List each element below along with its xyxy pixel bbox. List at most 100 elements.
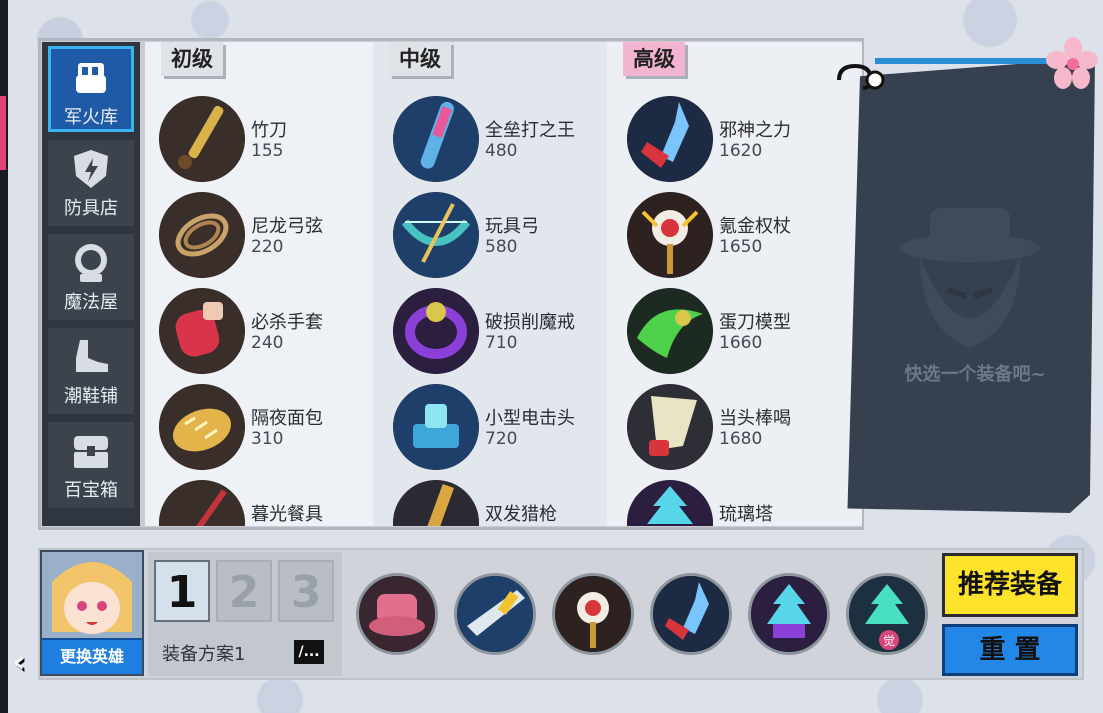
shield-icon: [74, 150, 108, 188]
category-arsenal[interactable]: 军火库: [48, 46, 134, 132]
loadout-name: 装备方案1: [162, 644, 246, 665]
item-name: 竹刀: [251, 120, 287, 141]
equipped-slot[interactable]: [454, 573, 536, 655]
equipped-slot[interactable]: [650, 573, 732, 655]
reset-button[interactable]: 重 置: [942, 624, 1078, 676]
toy-bow-icon: [393, 192, 479, 278]
category-shoe-shop[interactable]: 潮鞋铺: [48, 328, 134, 414]
shop-item[interactable]: 玩具弓 580: [393, 192, 607, 280]
baseball-bat-icon: [393, 96, 479, 182]
shoe-icon: [76, 340, 108, 372]
item-name: 氪金权杖: [719, 216, 791, 237]
item-price: 580: [485, 237, 518, 257]
item-price: 1650: [719, 237, 763, 257]
equipped-slot[interactable]: [552, 573, 634, 655]
tier-high-column: 高级 邪神之力 1620 氪金权杖 1650 蛋刀模型 1660 当头棒喝 16…: [607, 42, 862, 526]
fist-icon: [76, 63, 106, 93]
chest-icon: [74, 436, 108, 468]
item-price: 1660: [719, 333, 763, 353]
hero-avatar: [42, 552, 142, 642]
item-name: 破损削魔戒: [485, 312, 575, 333]
shop-item[interactable]: 竹刀 155: [159, 96, 373, 184]
item-name: 当头棒喝: [719, 408, 791, 429]
item-price: 220: [251, 237, 284, 257]
shop-item[interactable]: 暮光餐具: [159, 480, 373, 526]
boxing-glove-icon: [159, 288, 245, 374]
item-price: 1620: [719, 141, 763, 161]
item-name: 暮光餐具: [251, 504, 323, 525]
category-magic-house[interactable]: 魔法屋: [48, 234, 134, 320]
shop-item[interactable]: 全垒打之王 480: [393, 96, 607, 184]
shop-item[interactable]: 必杀手套 240: [159, 288, 373, 376]
shop-item[interactable]: 邪神之力 1620: [627, 96, 847, 184]
item-price: 720: [485, 429, 518, 449]
bread-icon: [159, 384, 245, 470]
shop-item[interactable]: 蛋刀模型 1660: [627, 288, 847, 376]
shop-item[interactable]: 尼龙弓弦 220: [159, 192, 373, 280]
awakened-tower-icon: 觉: [849, 576, 925, 652]
item-name: 必杀手套: [251, 312, 323, 333]
hero-portrait: 更换英雄: [40, 550, 144, 676]
equipped-slot[interactable]: [748, 573, 830, 655]
change-hero-button[interactable]: 更换英雄: [42, 638, 142, 674]
recommend-equipment-button[interactable]: 推荐装备: [942, 553, 1078, 617]
equipped-slot[interactable]: [356, 573, 438, 655]
scepter-icon: [555, 576, 631, 652]
shop-item[interactable]: 小型电击头 720: [393, 384, 607, 472]
item-name: 蛋刀模型: [719, 312, 791, 333]
scepter-icon: [627, 192, 713, 278]
tier-basic-label: 初级: [161, 42, 223, 76]
paper-clip-icon: [837, 63, 885, 90]
shop-item[interactable]: 氪金权杖 1650: [627, 192, 847, 280]
crystal-ball-icon: [75, 244, 107, 282]
evil-spear-icon: [627, 96, 713, 182]
loadout-panel: 1 2 3 装备方案1 /...: [148, 552, 342, 676]
category-label: 防具店: [64, 198, 118, 219]
equipped-slot[interactable]: 觉: [846, 573, 928, 655]
item-price: 240: [251, 333, 284, 353]
loadout-slot-2[interactable]: 2: [216, 560, 272, 622]
loadout-slot-1[interactable]: 1: [154, 560, 210, 622]
stun-head-icon: [393, 384, 479, 470]
item-name: 隔夜面包: [251, 408, 323, 429]
loadout-slot-3[interactable]: 3: [278, 560, 334, 622]
category-label: 百宝箱: [64, 480, 118, 501]
item-price: 480: [485, 141, 518, 161]
item-price: 1680: [719, 429, 763, 449]
left-accent: [0, 96, 6, 170]
bowstring-icon: [159, 192, 245, 278]
item-name: 尼龙弓弦: [251, 216, 323, 237]
evil-spear-icon: [653, 576, 729, 652]
category-label: 军火库: [64, 107, 118, 128]
preview-hint: 快选一个装备吧~: [904, 364, 1046, 385]
shop-item[interactable]: 破损削魔戒 710: [393, 288, 607, 376]
item-name: 琉璃塔: [719, 504, 773, 525]
pink-hat-icon: [359, 576, 435, 652]
item-name: 双发猎枪: [485, 504, 557, 525]
item-preview-card: 快选一个装备吧~: [837, 37, 1098, 513]
shop-item[interactable]: 双发猎枪: [393, 480, 607, 526]
ghost-placeholder-icon: [900, 208, 1040, 348]
shop-item[interactable]: 隔夜面包 310: [159, 384, 373, 472]
item-name: 全垒打之王: [485, 120, 575, 141]
cutlery-icon: [159, 480, 245, 526]
paper-fan-icon: [627, 384, 713, 470]
category-armor-shop[interactable]: 防具店: [48, 140, 134, 226]
tier-mid-column: 中级 全垒打之王 480 玩具弓 580 破损削魔戒 710 小型电击头 720…: [373, 42, 607, 526]
category-label: 魔法屋: [64, 292, 118, 313]
blue-blade-icon: [457, 576, 533, 652]
glass-tower-icon: [751, 576, 827, 652]
back-button[interactable]: ‹: [2, 646, 36, 680]
cherry-blossom-icon: [1046, 37, 1098, 89]
shop-item[interactable]: 琉璃塔: [627, 480, 847, 526]
tier-mid-label: 中级: [389, 42, 451, 76]
edit-loadout-button[interactable]: /...: [294, 640, 324, 664]
shop-item[interactable]: 当头棒喝 1680: [627, 384, 847, 472]
item-price: 710: [485, 333, 518, 353]
tier-high-label: 高级: [623, 42, 685, 76]
category-treasure-box[interactable]: 百宝箱: [48, 422, 134, 508]
item-name: 玩具弓: [485, 216, 539, 237]
green-blade-icon: [627, 288, 713, 374]
awakened-badge: 觉: [883, 634, 895, 648]
shotgun-icon: [393, 480, 479, 526]
